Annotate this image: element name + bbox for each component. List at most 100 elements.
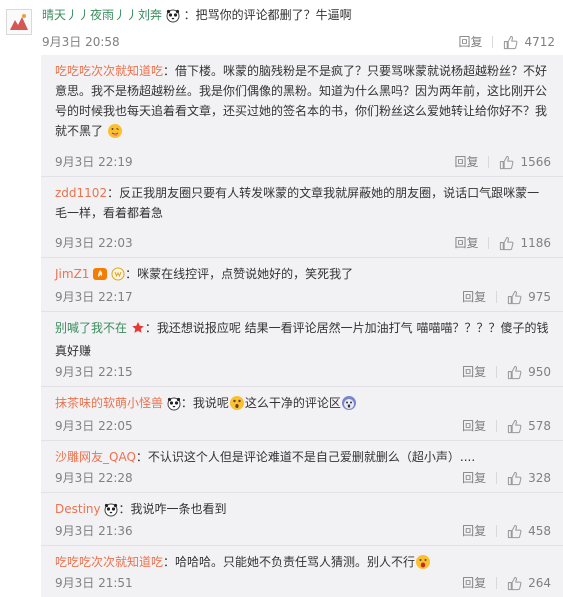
like-count: 1566 <box>520 155 551 169</box>
reply-username[interactable]: Destiny <box>55 502 101 516</box>
like-count: 264 <box>528 576 551 590</box>
divider <box>496 525 498 537</box>
like-count: 328 <box>528 471 551 485</box>
reply-actions: 回复 1186 <box>454 235 551 251</box>
reply-actions: 回复 1566 <box>454 154 551 170</box>
thumbs-up-icon <box>507 471 522 485</box>
like-button[interactable]: 4712 <box>503 34 555 50</box>
reply-button[interactable]: 回复 <box>462 364 486 380</box>
reply-button[interactable]: 回复 <box>462 470 486 486</box>
list-item: Destiny ：我说咋一条也看到 9月3日 21:36 回复 458 <box>41 493 563 546</box>
like-count: 975 <box>528 290 551 304</box>
list-item: 吃吃吃次次就知道吃：借下楼。咪蒙的脑残粉是不是疯了？只要骂咪蒙就说杨超越粉丝？不… <box>41 55 563 177</box>
reply-button[interactable]: 回复 <box>458 34 482 50</box>
reply-text-part-1: ：我说呢 <box>180 396 229 410</box>
reply-text: ：我说咋一条也看到 <box>118 502 227 516</box>
divider <box>496 577 498 589</box>
top-comment-time: 9月3日 20:58 <box>42 35 120 49</box>
reply-text-block: 沙雕网友_QAQ：不认识这个人但是评论难道不是自己爱删就删么（超小声）.... <box>55 447 551 467</box>
like-count: 578 <box>528 419 551 433</box>
list-item: 吃吃吃次次就知道吃：哈哈哈。只能她不负责任骂人猜测。别人不行 9月3日 21:5… <box>41 546 563 597</box>
reply-text: ：反正我朋友圈只要有人转发咪蒙的文章我就屏蔽她的朋友圈，说话口气跟咪蒙一毛一样，… <box>55 186 540 220</box>
reply-username[interactable]: JimZ1 <box>55 267 89 281</box>
reply-time: 9月3日 22:19 <box>55 155 133 169</box>
thumbs-up-icon <box>500 155 514 169</box>
reply-text: ：哈哈哈。只能她不负责任骂人猜测。别人不行 <box>163 555 416 569</box>
divider <box>496 291 498 303</box>
reply-actions: 回复 578 <box>462 418 551 434</box>
reply-actions: 回复 975 <box>462 289 551 305</box>
reply-actions: 回复 264 <box>462 575 551 591</box>
reply-actions: 回复 458 <box>462 523 551 539</box>
star-badge <box>131 321 145 341</box>
list-item: JimZ1 ：咪蒙在线控评，点赞说她好的，笑死我了 9月3日 22:17 回复 … <box>41 258 563 312</box>
like-button[interactable]: 264 <box>507 575 551 591</box>
reply-username[interactable]: zdd1102 <box>55 186 107 200</box>
shock-emoji <box>229 395 245 417</box>
reply-username[interactable]: 别喊了我不在 <box>55 321 127 335</box>
reply-time: 9月3日 21:51 <box>55 576 133 590</box>
top-comment-text: ：把骂你的评论都删了？牛逼啊 <box>183 8 352 22</box>
like-count: 1186 <box>520 236 551 250</box>
reply-username[interactable]: 沙雕网友_QAQ <box>55 450 136 464</box>
thumbs-up-icon <box>507 576 522 590</box>
like-count: 458 <box>528 524 551 538</box>
reply-button[interactable]: 回复 <box>462 418 486 434</box>
like-count: 4712 <box>524 35 555 49</box>
reply-button[interactable]: 回复 <box>462 575 486 591</box>
like-button[interactable]: 975 <box>507 289 551 305</box>
reply-username[interactable]: 吃吃吃次次就知道吃 <box>55 64 163 78</box>
thumbs-up-icon <box>500 236 514 250</box>
reply-actions: 回复 950 <box>462 364 551 380</box>
divider <box>488 237 490 249</box>
list-item: 别喊了我不在 ：我还想说报应呢 结果一看评论居然一片加油打气 喵喵喵？？？？傻子… <box>41 312 563 387</box>
reply-text-block: 别喊了我不在 ：我还想说报应呢 结果一看评论居然一片加油打气 喵喵喵？？？？傻子… <box>55 318 551 361</box>
avatar[interactable] <box>6 9 32 35</box>
thumbs-up-icon <box>504 35 518 49</box>
divider <box>496 472 498 484</box>
reply-text-part-2: 这么干净的评论区 <box>244 396 341 410</box>
like-button[interactable]: 1566 <box>499 154 551 170</box>
reply-actions: 回复 328 <box>462 470 551 486</box>
like-button[interactable]: 458 <box>507 523 551 539</box>
panda-icon <box>104 503 118 523</box>
reply-text: ：我还想说报应呢 结果一看评论居然一片加油打气 喵喵喵？？？？傻子的钱真好赚 <box>55 321 549 358</box>
reply-text-block: zdd1102：反正我朋友圈只要有人转发咪蒙的文章我就屏蔽她的朋友圈，说话口气跟… <box>55 183 551 223</box>
divider <box>496 366 498 378</box>
like-count: 950 <box>528 365 551 379</box>
divider <box>492 36 494 48</box>
avatar-image <box>7 10 31 34</box>
reply-button[interactable]: 回复 <box>462 523 486 539</box>
replies-list: 吃吃吃次次就知道吃：借下楼。咪蒙的脑残粉是不是疯了？只要骂咪蒙就说杨超越粉丝？不… <box>41 55 563 597</box>
reply-button[interactable]: 回复 <box>454 235 478 251</box>
top-comment-username[interactable]: 晴天丿丿夜雨丿丿刘奔 <box>42 8 162 22</box>
thumbs-up-icon <box>507 365 522 379</box>
like-button[interactable]: 950 <box>507 364 551 380</box>
reply-username[interactable]: 抹茶味的软萌小怪兽 <box>55 396 163 410</box>
reply-text: ：咪蒙在线控评，点赞说她好的，笑死我了 <box>125 267 354 281</box>
list-item: zdd1102：反正我朋友圈只要有人转发咪蒙的文章我就屏蔽她的朋友圈，说话口气跟… <box>41 177 563 258</box>
top-comment-actions: 回复 4712 <box>458 34 555 50</box>
reply-time: 9月3日 22:05 <box>55 419 133 433</box>
top-comment: 晴天丿丿夜雨丿丿刘奔 ：把骂你的评论都删了？牛逼啊 9月3日 20:58 回复 … <box>42 6 555 54</box>
like-button[interactable]: 328 <box>507 470 551 486</box>
list-item: 沙雕网友_QAQ：不认识这个人但是评论难道不是自己爱删就删么（超小声）.... … <box>41 441 563 493</box>
like-button[interactable]: 578 <box>507 418 551 434</box>
vip-badge <box>111 267 125 287</box>
reply-username[interactable]: 吃吃吃次次就知道吃 <box>55 555 163 569</box>
divider <box>488 156 490 168</box>
thumbs-up-icon <box>507 290 522 304</box>
reply-button[interactable]: 回复 <box>454 154 478 170</box>
reply-button[interactable]: 回复 <box>462 289 486 305</box>
reply-text-block: 吃吃吃次次就知道吃：哈哈哈。只能她不负责任骂人猜测。别人不行 <box>55 552 551 576</box>
divider <box>496 420 498 432</box>
like-button[interactable]: 1186 <box>499 235 551 251</box>
reply-time: 9月3日 22:28 <box>55 471 133 485</box>
reply-text: ：不认识这个人但是评论难道不是自己爱删就删么（超小声）.... <box>135 450 476 464</box>
scream-emoji <box>341 395 357 417</box>
top-comment-text-line: 晴天丿丿夜雨丿丿刘奔 ：把骂你的评论都删了？牛逼啊 <box>42 6 555 28</box>
reply-text-block: 抹茶味的软萌小怪兽 ：我说呢 这么干净的评论区 <box>55 393 551 417</box>
fire-badge <box>93 267 108 287</box>
fish-emoji <box>415 554 431 576</box>
panda-icon <box>167 397 181 417</box>
